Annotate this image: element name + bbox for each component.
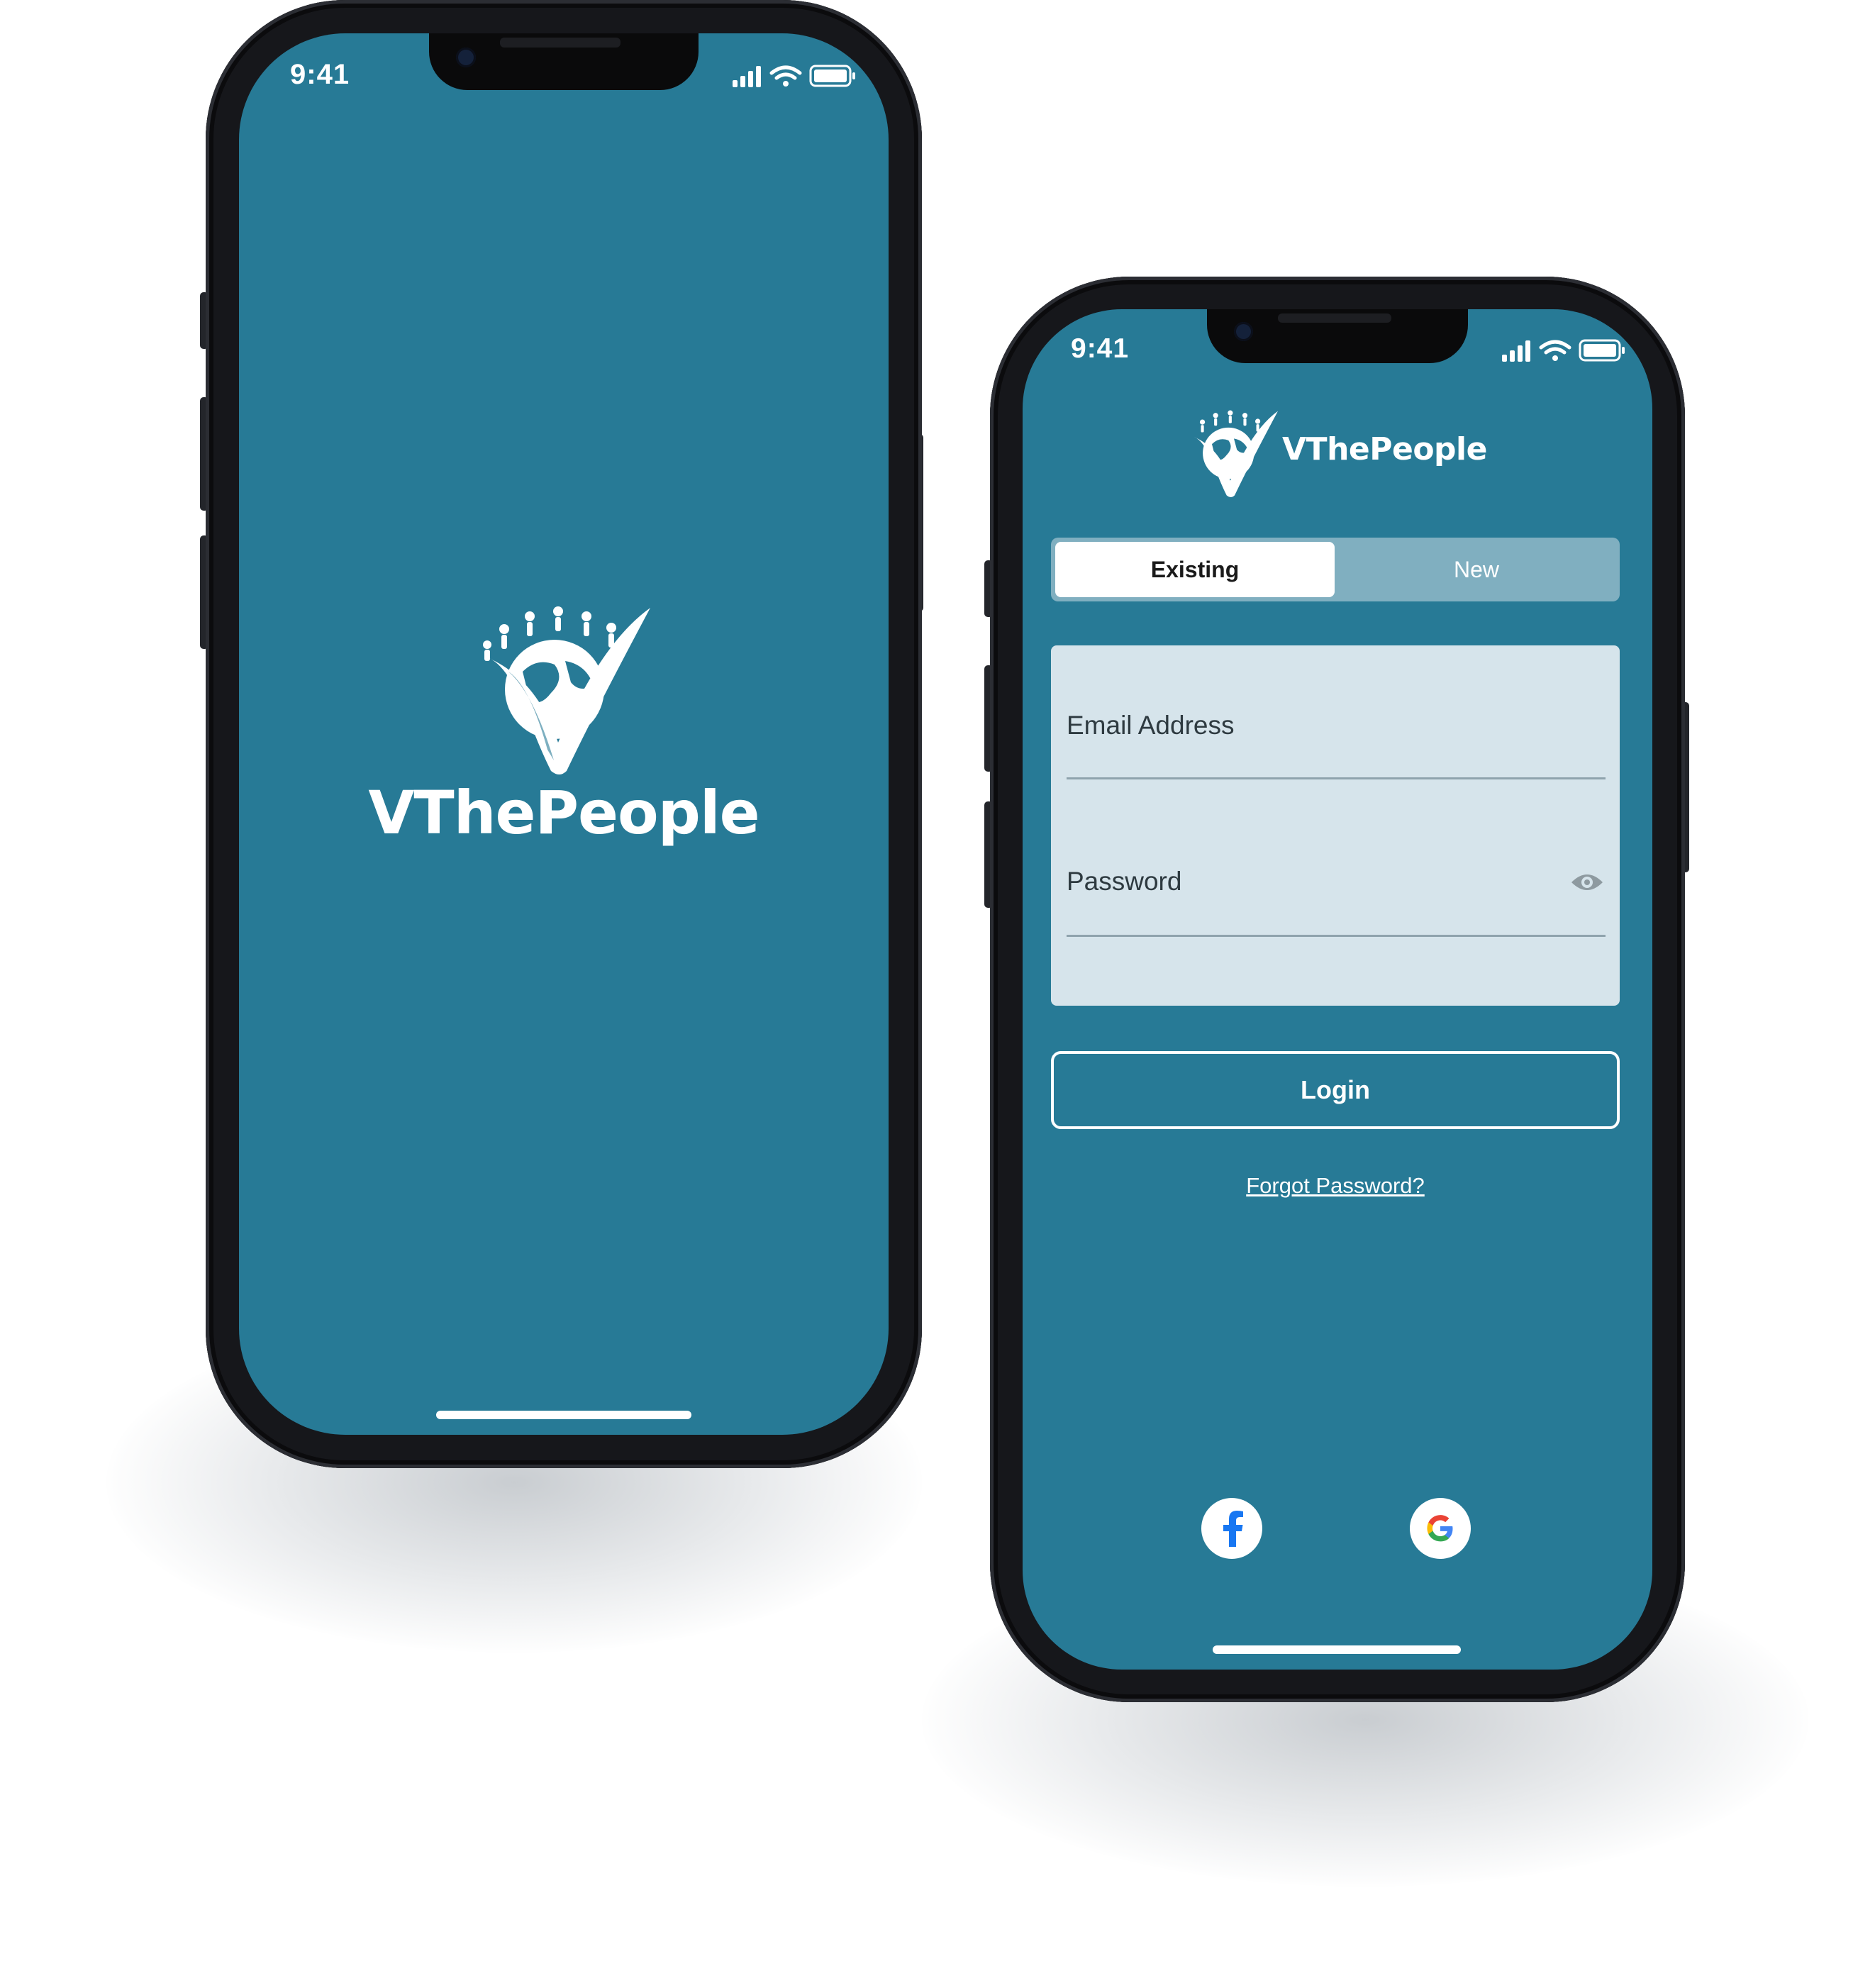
status-icons	[733, 63, 860, 89]
speaker	[500, 38, 621, 48]
home-indicator	[436, 1411, 691, 1419]
home-indicator	[1213, 1645, 1461, 1654]
login-form-card: Email Address Password	[1051, 645, 1620, 1006]
login-phone: 9:41 VThePeople Existing New Email Addre…	[990, 277, 1685, 1702]
password-field[interactable]: Password	[1067, 867, 1181, 896]
login-screen: 9:41 VThePeople Existing New Email Addre…	[1023, 309, 1652, 1670]
wifi-icon	[769, 65, 802, 87]
google-icon	[1427, 1515, 1453, 1542]
password-underline	[1067, 935, 1606, 937]
tab-new[interactable]: New	[1337, 542, 1615, 597]
vthepeople-logo	[1190, 407, 1278, 499]
signal-icon	[733, 66, 761, 87]
account-type-segment: Existing New	[1051, 538, 1620, 601]
brand-title: VThePeople	[368, 778, 760, 848]
email-field[interactable]: Email Address	[1067, 711, 1235, 740]
tab-existing[interactable]: Existing	[1055, 542, 1335, 597]
login-button[interactable]: Login	[1051, 1051, 1620, 1129]
forgot-password-link[interactable]: Forgot Password?	[1023, 1173, 1648, 1199]
splash-phone: 9:41 VThePeople	[206, 0, 922, 1468]
speaker	[1278, 313, 1391, 323]
brand-title: VThePeople	[1282, 431, 1487, 467]
wifi-icon	[1539, 340, 1571, 361]
notch	[429, 33, 699, 90]
notch	[1207, 309, 1468, 363]
splash-screen: 9:41 VThePeople	[239, 33, 889, 1435]
battery-icon	[809, 65, 855, 87]
status-time: 9:41	[290, 59, 350, 90]
signal-icon	[1502, 340, 1530, 362]
battery-icon	[1579, 339, 1625, 362]
facebook-icon	[1223, 1511, 1243, 1547]
vthepeople-logo	[480, 601, 650, 778]
status-icons	[1502, 338, 1630, 363]
status-time: 9:41	[1071, 333, 1130, 364]
eye-icon[interactable]	[1570, 870, 1604, 895]
google-login-button[interactable]	[1410, 1498, 1471, 1559]
camera	[1234, 322, 1253, 341]
facebook-login-button[interactable]	[1201, 1498, 1262, 1559]
camera	[456, 48, 476, 67]
email-underline	[1067, 777, 1606, 779]
